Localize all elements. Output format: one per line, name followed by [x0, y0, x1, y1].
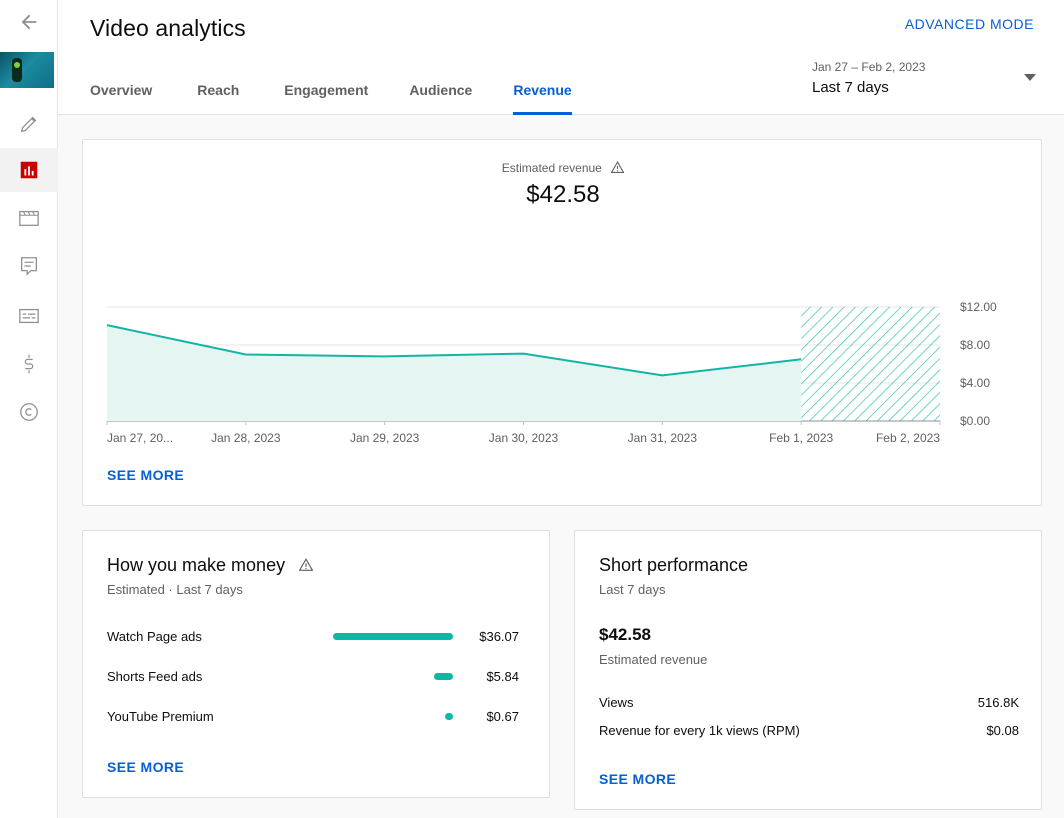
revenue-chart: $0.00 $4.00 $8.00 $12.00 Jan 27, 20... Jan 28…: [106, 300, 997, 445]
back-arrow-icon[interactable]: [0, 0, 58, 44]
y-tick-label: $8.00: [960, 338, 990, 352]
analytics-icon[interactable]: [0, 148, 58, 192]
video-thumbnail[interactable]: [0, 52, 54, 88]
money-row-shorts-feed-ads: Shorts Feed ads $5.84: [107, 667, 519, 687]
money-row-value: $0.67: [486, 709, 519, 724]
date-range-label: Last 7 days: [812, 79, 889, 96]
perf-row-rpm: Revenue for every 1k views (RPM) $0.08: [599, 723, 1019, 743]
x-tick-label: Feb 1, 2023: [769, 431, 833, 445]
advanced-mode-button[interactable]: ADVANCED MODE: [905, 16, 1034, 32]
money-row-watch-page-ads: Watch Page ads $36.07: [107, 627, 519, 647]
see-more-revenue-link[interactable]: SEE MORE: [107, 467, 184, 483]
perf-row-value: 516.8K: [977, 695, 1019, 710]
short-performance-card: Short performance Last 7 days $42.58 Est…: [574, 530, 1042, 810]
analytics-header: Video analytics ADVANCED MODE Overview R…: [58, 0, 1064, 115]
perf-row-label: Revenue for every 1k views (RPM): [599, 723, 800, 738]
date-range-picker[interactable]: Jan 27 – Feb 2, 2023 Last 7 days: [812, 58, 1036, 102]
x-tick-label: Feb 2, 2023: [876, 431, 940, 445]
tab-engagement[interactable]: Engagement: [284, 72, 368, 115]
money-row-bar: [333, 633, 453, 640]
x-tick-label: Jan 30, 2023: [489, 431, 559, 445]
y-tick-label: $12.00: [960, 300, 997, 314]
money-row-label: Shorts Feed ads: [107, 669, 203, 684]
caret-down-icon: [1024, 74, 1036, 81]
dollar-icon[interactable]: [0, 342, 58, 386]
pencil-icon[interactable]: [0, 102, 58, 146]
thumbnail-figure-highlight: [14, 62, 20, 68]
money-row-value: $36.07: [479, 629, 519, 644]
money-row-bar: [445, 713, 453, 720]
tab-bar: Overview Reach Engagement Audience Reven…: [90, 72, 573, 115]
money-row-youtube-premium: YouTube Premium $0.67: [107, 707, 519, 727]
page-title: Video analytics: [90, 15, 246, 41]
series-area: [107, 325, 802, 421]
money-row-bar: [433, 673, 453, 680]
perf-row-views: Views 516.8K: [599, 695, 1019, 715]
perf-row-value: $0.08: [986, 723, 1019, 738]
y-tick-label: $4.00: [960, 376, 990, 390]
short-card-subtitle: Last 7 days: [599, 582, 666, 597]
comments-icon[interactable]: [0, 244, 58, 288]
money-card-title-row: How you make money: [107, 555, 314, 576]
y-tick-label: $0.00: [960, 414, 990, 428]
short-card-title: Short performance: [599, 555, 749, 575]
warning-icon[interactable]: [298, 558, 314, 571]
x-tick-label: Jan 28, 2023: [211, 431, 281, 445]
see-more-money-link[interactable]: SEE MORE: [107, 759, 184, 775]
estimated-revenue-card: Estimated revenue $42.58 $0.00 $4.00 $8.00…: [82, 139, 1042, 506]
money-card-title: How you make money: [107, 555, 286, 575]
how-you-make-money-card: How you make money Estimated · Last 7 da…: [82, 530, 550, 798]
tab-revenue[interactable]: Revenue: [513, 72, 573, 115]
see-more-short-link[interactable]: SEE MORE: [599, 771, 676, 787]
short-card-value: $42.58: [599, 625, 651, 644]
partial-period-area: [801, 307, 940, 421]
date-range-text: Jan 27 – Feb 2, 2023: [812, 60, 926, 74]
money-row-value: $5.84: [486, 669, 519, 684]
copyright-icon[interactable]: [0, 390, 58, 434]
perf-row-label: Views: [599, 695, 634, 710]
money-row-label: YouTube Premium: [107, 709, 214, 724]
studio-analytics-app: Video analytics ADVANCED MODE Overview R…: [0, 0, 1064, 818]
tab-audience[interactable]: Audience: [409, 72, 472, 115]
tab-reach[interactable]: Reach: [197, 72, 239, 115]
clapperboard-icon[interactable]: [0, 196, 58, 240]
x-tick-label: Jan 29, 2023: [350, 431, 420, 445]
x-tick-label: Jan 31, 2023: [628, 431, 698, 445]
tab-overview[interactable]: Overview: [90, 72, 152, 115]
subtitles-icon[interactable]: [0, 294, 58, 338]
short-card-value-label: Estimated revenue: [599, 652, 708, 667]
left-rail: [0, 0, 58, 818]
money-row-label: Watch Page ads: [107, 629, 202, 644]
x-tick-label: Jan 27, 20...: [107, 431, 173, 445]
money-card-subtitle: Estimated · Last 7 days: [107, 582, 243, 597]
